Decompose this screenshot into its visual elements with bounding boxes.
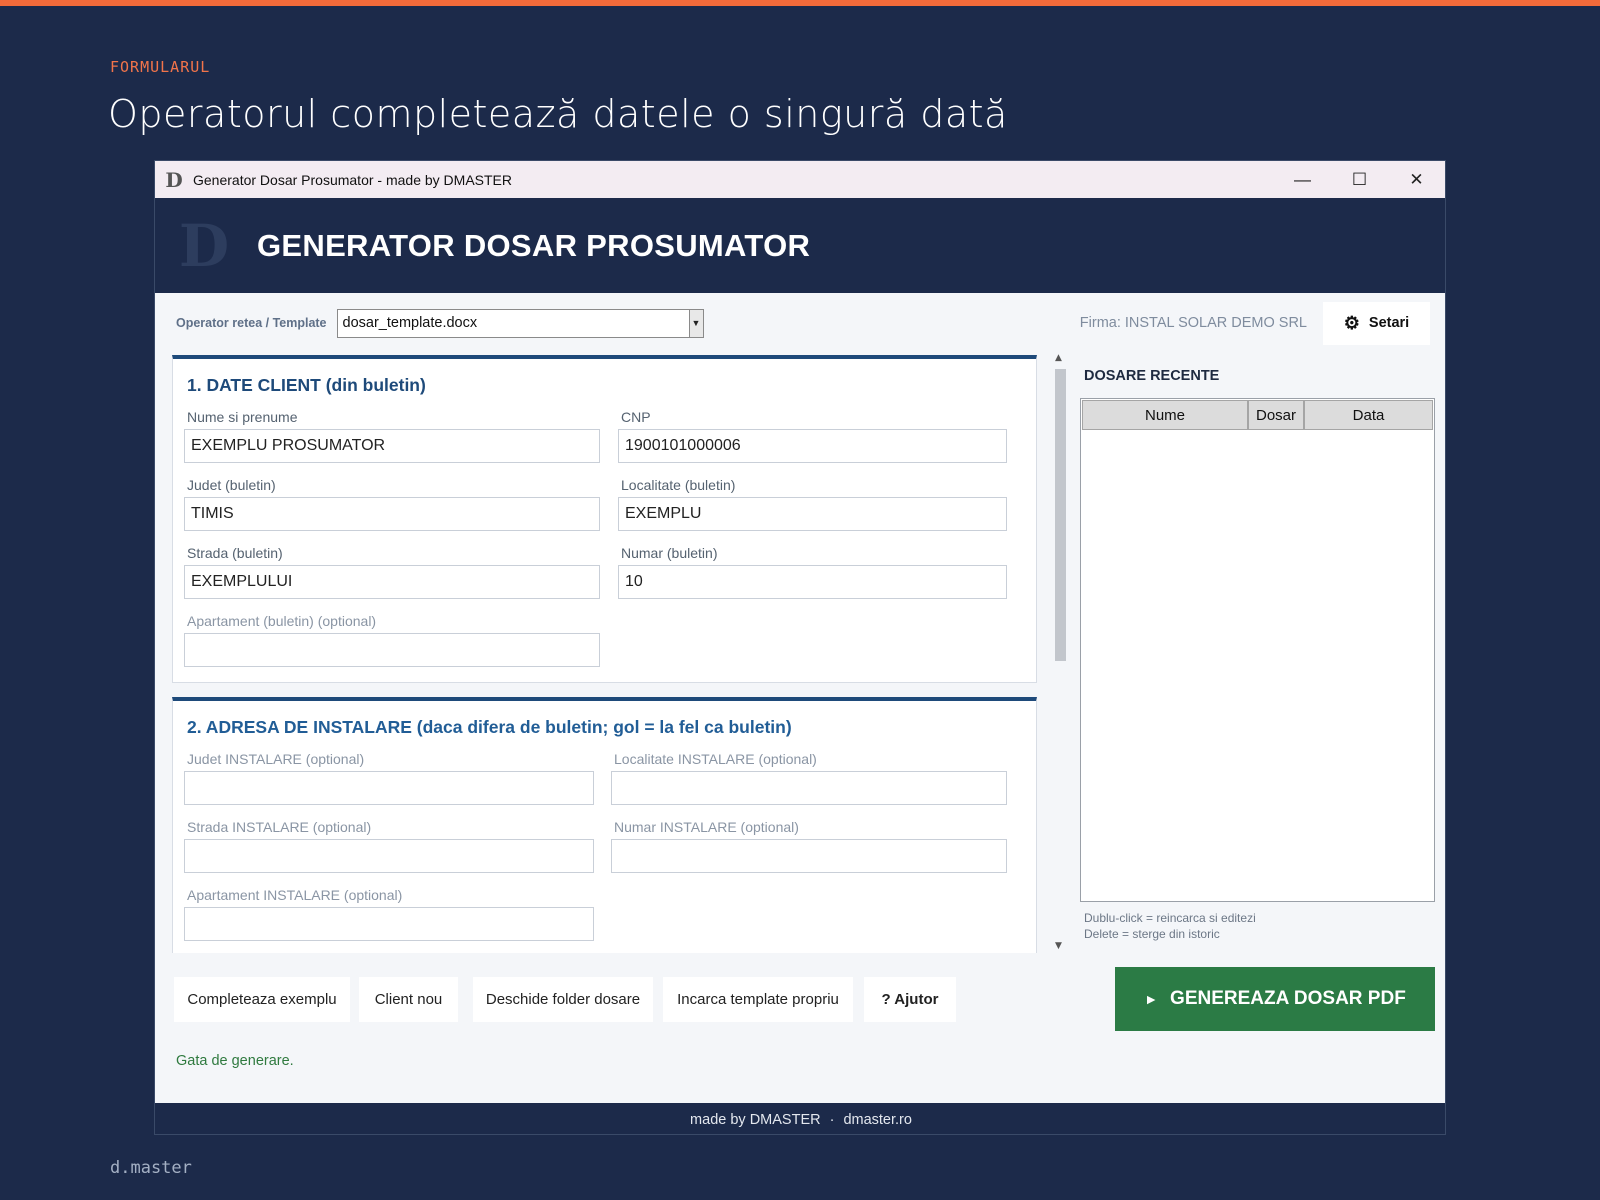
minimize-icon[interactable]: — <box>1274 161 1331 198</box>
table-header: Nume Dosar Data <box>1082 400 1433 430</box>
county-field[interactable]: TIMIS <box>184 497 600 531</box>
field-label: Strada INSTALARE (optional) <box>187 819 372 835</box>
field-label: Strada (buletin) <box>187 545 283 561</box>
hint-double-click: Dublu-click = reincarca si editezi <box>1084 911 1256 925</box>
status-text: Gata de generare. <box>176 1053 294 1069</box>
field-label: Localitate (buletin) <box>621 477 736 493</box>
play-icon: ► <box>1144 991 1159 1007</box>
field-label: Judet (buletin) <box>187 477 276 493</box>
load-template-button[interactable]: Incarca template propriu <box>663 977 853 1022</box>
field-label: Numar INSTALARE (optional) <box>614 819 799 835</box>
settings-button[interactable]: ⚙ Setari <box>1323 301 1430 345</box>
maximize-icon[interactable]: ☐ <box>1331 161 1388 198</box>
slide-eyebrow: FORMULARUL <box>110 58 211 76</box>
fill-example-button[interactable]: Completeaza exemplu <box>174 977 350 1022</box>
settings-label: Setari <box>1368 315 1410 331</box>
form-scroll-area[interactable]: 1. DATE CLIENT (din buletin) Nume si pre… <box>169 353 1039 953</box>
app-window: D Generator Dosar Prosumator - made by D… <box>154 160 1446 1135</box>
window-controls: — ☐ ✕ <box>1274 161 1445 198</box>
generate-pdf-button[interactable]: ► GENEREAZA DOSAR PDF <box>1115 967 1435 1031</box>
section-title: 2. ADRESA DE INSTALARE (daca difera de b… <box>187 717 792 737</box>
field-label: CNP <box>621 409 651 425</box>
scroll-down-icon[interactable]: ▼ <box>1055 941 1062 951</box>
install-number-field[interactable] <box>611 839 1007 873</box>
column-header-dosar[interactable]: Dosar <box>1248 400 1304 430</box>
app-title: GENERATOR DOSAR PROSUMATOR <box>257 227 811 263</box>
install-county-field[interactable] <box>184 771 594 805</box>
template-select[interactable]: dosar_template.docx ▼ <box>336 308 704 338</box>
recent-files-title: DOSARE RECENTE <box>1084 368 1220 384</box>
footer-site-link[interactable]: dmaster.ro <box>843 1112 912 1128</box>
company-name: Firma: INSTAL SOLAR DEMO SRL <box>1079 315 1307 331</box>
footer-separator: · <box>829 1111 835 1128</box>
template-label: Operator retea / Template <box>176 316 327 330</box>
gear-icon: ⚙ <box>1343 312 1360 333</box>
install-address-section: 2. ADRESA DE INSTALARE (daca difera de b… <box>172 697 1037 953</box>
street-field[interactable]: EXEMPLULUI <box>184 565 600 599</box>
install-city-field[interactable] <box>611 771 1007 805</box>
scroll-up-icon[interactable]: ▲ <box>1055 353 1062 363</box>
new-client-button[interactable]: Client nou <box>359 977 458 1022</box>
footer-made-by: made by DMASTER <box>690 1111 821 1128</box>
window-titlebar: D Generator Dosar Prosumator - made by D… <box>155 161 1445 198</box>
field-label: Judet INSTALARE (optional) <box>187 751 365 767</box>
field-label: Apartament INSTALARE (optional) <box>187 887 403 903</box>
section-title: 1. DATE CLIENT (din buletin) <box>187 375 426 395</box>
app-icon: D <box>165 167 183 192</box>
recent-files-table[interactable]: Nume Dosar Data <box>1080 398 1435 902</box>
template-toolbar: Operator retea / Template dosar_template… <box>155 293 1445 353</box>
slide-headline: Operatorul completează datele o singură … <box>108 92 1008 136</box>
install-street-field[interactable] <box>184 839 594 873</box>
apartment-field[interactable] <box>184 633 600 667</box>
scrollbar-thumb[interactable] <box>1055 369 1066 661</box>
help-button[interactable]: ? Ajutor <box>864 977 956 1022</box>
field-label: Localitate INSTALARE (optional) <box>614 751 817 767</box>
column-header-name[interactable]: Nume <box>1082 400 1248 430</box>
generate-pdf-label: GENEREAZA DOSAR PDF <box>1170 988 1406 1009</box>
template-select-value: dosar_template.docx <box>342 315 478 331</box>
chevron-down-icon[interactable]: ▼ <box>688 309 703 337</box>
hint-delete: Delete = sterge din istoric <box>1084 927 1220 941</box>
open-folder-button[interactable]: Deschide folder dosare <box>473 977 653 1022</box>
form-scrollbar[interactable]: ▲ ▼ <box>1053 353 1068 953</box>
cnp-field[interactable]: 1900101000006 <box>618 429 1007 463</box>
install-apartment-field[interactable] <box>184 907 594 941</box>
field-label: Apartament (buletin) (optional) <box>187 613 377 629</box>
app-header: D GENERATOR DOSAR PROSUMATOR <box>155 198 1445 293</box>
close-icon[interactable]: ✕ <box>1388 161 1445 198</box>
name-field[interactable]: EXEMPLU PROSUMATOR <box>184 429 600 463</box>
brand-wordmark: d.master <box>110 1158 192 1178</box>
window-title: Generator Dosar Prosumator - made by DMA… <box>193 171 512 188</box>
dmaster-logo-icon: D <box>178 211 230 280</box>
window-footer: made by DMASTER · dmaster.ro <box>155 1103 1445 1134</box>
top-accent-bar <box>0 0 1600 6</box>
field-label: Nume si prenume <box>187 409 298 425</box>
field-label: Numar (buletin) <box>621 545 718 561</box>
city-field[interactable]: EXEMPLU <box>618 497 1007 531</box>
column-header-date[interactable]: Data <box>1304 400 1433 430</box>
number-field[interactable]: 10 <box>618 565 1007 599</box>
client-data-section: 1. DATE CLIENT (din buletin) Nume si pre… <box>172 355 1037 683</box>
